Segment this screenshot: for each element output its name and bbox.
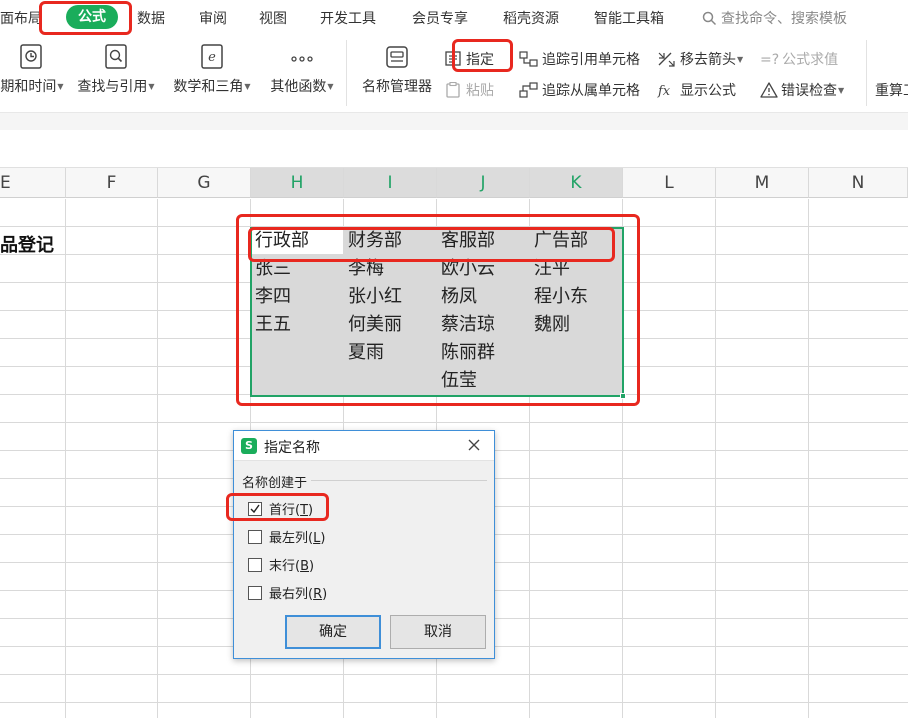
option-key: L [313,531,321,546]
error-check-button[interactable]: 错误检查▼ [760,80,844,100]
remove-arrows-icon [658,52,675,67]
column-header-i[interactable]: I [344,168,437,198]
svg-text:e: e [208,50,216,65]
more-dots-icon [291,56,313,62]
dialog-title: 指定名称 [264,440,320,456]
wps-logo-icon: S [241,438,257,454]
search-box[interactable]: 查找命令、搜索模板 [702,8,847,28]
column-header-m[interactable]: M [716,168,809,198]
recalc-label: 重算工 [875,83,908,99]
menu-bar: 面布局 公式 数据 审阅 视图 开发工具 会员专享 稻壳资源 智能工具箱 查找命… [0,0,908,36]
sheet-title-cell[interactable]: 品登记 [0,231,54,257]
menu-developer[interactable]: 开发工具 [320,8,376,28]
evaluate-icon: =? [760,52,780,68]
formula-bar-area [0,130,908,168]
option-bottom-row[interactable]: 末行(B) [248,555,314,574]
ribbon-separator [866,40,867,106]
menu-member[interactable]: 会员专享 [412,8,468,28]
trace-dependents-button[interactable]: 追踪从属单元格 [519,80,640,100]
column-header-j[interactable]: J [437,168,530,198]
menu-view[interactable]: 视图 [259,8,287,28]
name-tag-icon [386,46,408,68]
column-header-n[interactable]: N [809,168,908,198]
clock-book-icon [20,44,42,69]
trace-precedents-icon [519,51,538,67]
column-header-g[interactable]: G [158,168,251,198]
checkbox-right-column[interactable] [248,586,262,600]
name-manager-label: 名称管理器 [362,79,432,95]
column-header-h[interactable]: H [251,168,344,198]
annotation-define-button [452,39,513,72]
trace-precedents-button[interactable]: 追踪引用单元格 [519,49,640,69]
option-right-column[interactable]: 最右列(R) [248,583,327,602]
ribbon-separator [346,40,347,106]
other-functions-button[interactable]: 其他函数▼ [266,44,338,96]
math-book-icon: e [201,44,223,69]
lookup-reference-button[interactable]: 查找与引用▼ [73,44,159,96]
annotation-header-row [248,227,615,262]
fx-icon: fx [657,84,671,99]
option-key: B [300,559,309,574]
checkbox-bottom-row[interactable] [248,558,262,572]
trace-precedents-label: 追踪引用单元格 [542,52,640,68]
remove-arrows-label: 移去箭头 [680,52,736,68]
menu-data[interactable]: 数据 [137,8,165,28]
recalc-button[interactable]: 重算工 [875,80,908,100]
define-name-dialog: S 指定名称 名称创建于 首行(T) 最左列(L) 末行(B) 最右列(R) 确… [233,430,495,659]
paste-label: 粘贴 [466,83,494,99]
date-time-label: 期和时间 [0,79,57,95]
paste-name-button[interactable]: 粘贴 [445,80,494,100]
show-formulas-button[interactable]: fx 显示公式 [657,80,736,100]
ribbon-bottom-strip [0,112,908,130]
paste-icon [446,81,460,98]
close-icon[interactable] [466,437,482,453]
evaluate-formula-button[interactable]: =? 公式求值 [760,49,838,69]
magnifier-book-icon [105,44,127,69]
svg-text:fx: fx [657,84,671,98]
evaluate-formula-label: 公式求值 [782,52,839,68]
option-label: 最左列( [269,531,314,546]
option-key: R [313,587,323,602]
trace-dependents-label: 追踪从属单元格 [542,83,640,99]
ok-button[interactable]: 确定 [285,615,381,649]
date-time-button[interactable]: 期和时间▼ [0,44,64,96]
column-header-l[interactable]: L [623,168,716,198]
show-formulas-label: 显示公式 [680,83,736,99]
column-header-k[interactable]: K [530,168,623,198]
search-icon [702,11,717,26]
option-label: 最右列( [269,587,314,602]
annotation-top-row-option [226,493,329,521]
other-functions-label: 其他函数 [270,79,327,95]
warning-icon [760,82,778,98]
trace-dependents-icon [519,82,538,98]
option-label: 末行( [269,559,301,574]
column-header-f[interactable]: F [66,168,158,198]
group-label: 名称创建于 [242,472,312,491]
cancel-button[interactable]: 取消 [390,615,486,649]
error-check-label: 错误检查 [781,83,837,99]
name-manager-button[interactable]: 名称管理器 [357,44,437,96]
math-trig-label: 数学和三角 [173,79,244,95]
column-header-e[interactable]: E [0,168,66,198]
menu-smart-toolbox[interactable]: 智能工具箱 [594,8,664,28]
search-placeholder: 查找命令、搜索模板 [721,11,847,27]
menu-docer[interactable]: 稻壳资源 [503,8,559,28]
dialog-title-bar[interactable]: S 指定名称 [234,431,494,461]
option-left-column[interactable]: 最左列(L) [248,527,325,546]
lookup-reference-label: 查找与引用 [77,79,148,95]
menu-review[interactable]: 审阅 [199,8,227,28]
menu-page-layout[interactable]: 面布局 [0,8,42,28]
checkbox-left-column[interactable] [248,530,262,544]
math-trig-button[interactable]: e 数学和三角▼ [169,44,255,96]
remove-arrows-button[interactable]: 移去箭头▼ [657,49,743,69]
annotation-formulas-tab [39,1,132,35]
